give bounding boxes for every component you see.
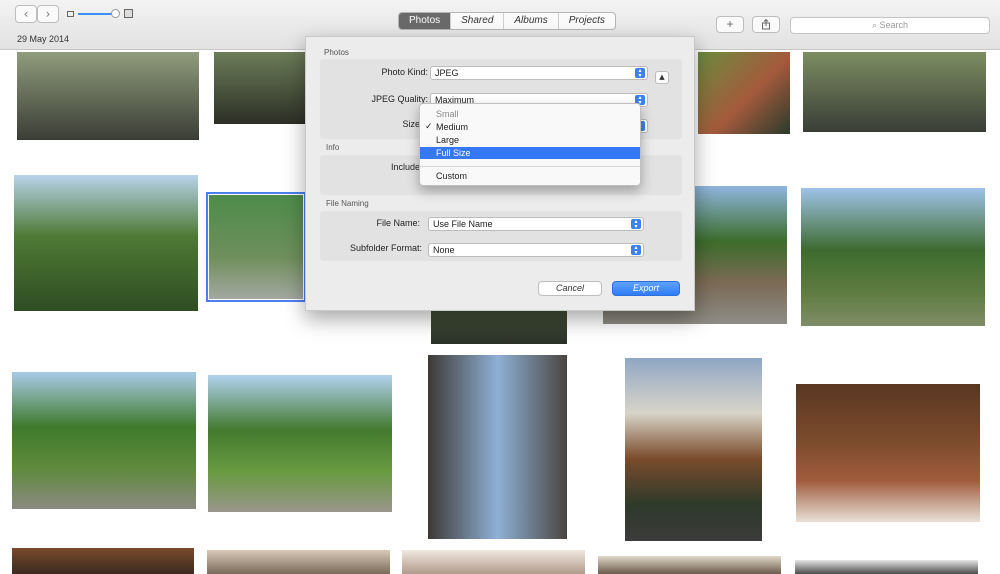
file-name-value: Use File Name <box>433 219 493 229</box>
file-name-popup[interactable]: Use File Name ▴ ▾ <box>428 217 644 231</box>
back-button[interactable]: ‹ <box>15 5 37 23</box>
subfolder-format-label: Subfolder Format: <box>349 243 422 253</box>
tab-albums[interactable]: Albums <box>504 13 559 29</box>
subfolder-format-popup[interactable]: None ▴ ▾ <box>428 243 644 257</box>
chevron-left-icon: ‹ <box>23 7 29 21</box>
info-section-title: Info <box>326 143 340 152</box>
add-button[interactable]: + <box>716 16 744 33</box>
tab-photos[interactable]: Photos <box>399 13 452 29</box>
share-button[interactable] <box>752 16 780 33</box>
menu-item-large[interactable]: Large <box>420 134 640 146</box>
photo-thumbnail[interactable] <box>12 548 194 574</box>
photos-section-title: Photos <box>324 48 349 57</box>
disclosure-button[interactable]: ▲ <box>655 71 669 84</box>
photo-thumbnail[interactable] <box>207 550 390 574</box>
menu-item-medium-label: Medium <box>436 122 469 132</box>
size-dropdown-menu: Small ✓ Medium Large Full Size Custom <box>419 103 641 186</box>
export-button[interactable]: Export <box>612 281 680 296</box>
share-icon <box>762 18 770 30</box>
tab-shared[interactable]: Shared <box>451 13 505 29</box>
popup-arrows-icon: ▴▾ <box>631 219 641 230</box>
subfolder-format-value: None <box>433 245 455 255</box>
checkmark-icon: ✓ <box>425 122 433 132</box>
include-label: Include <box>390 162 420 172</box>
photo-thumbnail-selected[interactable] <box>206 192 306 302</box>
photo-thumbnail[interactable] <box>214 52 306 124</box>
file-name-label: File Name: <box>376 218 420 228</box>
photo-thumbnail[interactable] <box>428 355 567 539</box>
photo-thumbnail[interactable] <box>402 550 585 574</box>
plus-icon: + <box>726 17 734 31</box>
photo-thumbnail[interactable] <box>208 375 392 512</box>
photo-thumbnail[interactable] <box>796 384 980 522</box>
menu-separator <box>420 166 640 167</box>
search-field[interactable]: ⌕ Search <box>790 17 990 34</box>
photo-thumbnail[interactable] <box>12 372 196 509</box>
moment-date: 29 May 2014 <box>17 34 70 44</box>
photo-thumbnail[interactable] <box>803 52 986 132</box>
photo-thumbnail[interactable] <box>801 188 985 326</box>
popup-arrows-icon: ▴▾ <box>635 68 645 79</box>
menu-item-medium[interactable]: ✓ Medium <box>420 121 640 133</box>
photo-kind-value: JPEG <box>435 68 459 78</box>
popup-arrows-icon: ▴▾ <box>631 245 641 256</box>
tab-projects[interactable]: Projects <box>559 13 615 29</box>
size-label: Size <box>402 119 420 129</box>
jpeg-quality-label: JPEG Quality: <box>371 94 428 104</box>
menu-item-full-size[interactable]: Full Size <box>420 147 640 159</box>
photo-thumbnail[interactable] <box>698 52 790 134</box>
menu-item-custom[interactable]: Custom <box>420 170 640 182</box>
photo-thumbnail[interactable] <box>14 175 198 311</box>
chevron-right-icon: › <box>45 7 51 21</box>
zoom-slider-knob[interactable] <box>111 9 120 18</box>
view-switcher: Photos Shared Albums Projects <box>398 12 616 30</box>
zoom-in-icon <box>124 9 133 18</box>
photo-kind-popup[interactable]: JPEG ▴ ▾ <box>430 66 648 80</box>
search-placeholder: Search <box>879 20 909 30</box>
photo-thumbnail[interactable] <box>625 358 762 541</box>
menu-item-small[interactable]: Small <box>420 108 640 120</box>
search-icon: ⌕ <box>871 20 877 30</box>
file-naming-section-title: File Naming <box>326 199 369 208</box>
cancel-button[interactable]: Cancel <box>538 281 602 296</box>
photo-thumbnail[interactable] <box>598 556 781 574</box>
forward-button[interactable]: › <box>37 5 59 23</box>
photo-kind-label: Photo Kind: <box>381 67 428 77</box>
photo-thumbnail[interactable] <box>795 560 978 574</box>
zoom-out-icon <box>67 11 74 17</box>
photo-thumbnail[interactable] <box>17 52 199 140</box>
chevron-up-icon: ▲ <box>659 73 665 81</box>
